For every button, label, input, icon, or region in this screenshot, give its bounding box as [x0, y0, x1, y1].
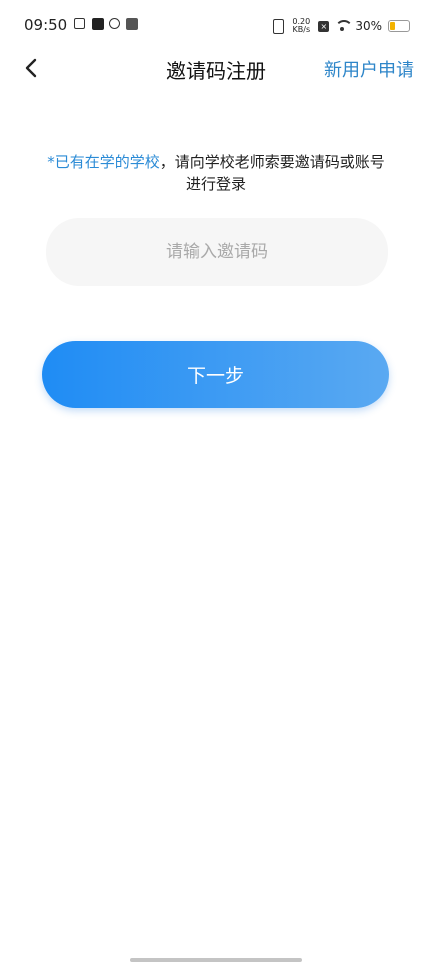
status-right-icons: 0.20 KB/s × 30% — [273, 16, 410, 36]
battery-icon — [388, 20, 410, 32]
status-bar: 09:50 0.20 KB/s × 30% — [0, 0, 432, 52]
invite-code-input[interactable] — [46, 218, 388, 286]
home-indicator — [130, 958, 302, 962]
battery-fill — [390, 22, 395, 30]
wifi-icon — [335, 20, 354, 32]
notice-text: *已有在学的学校，请向学校老师索要邀请码或账号进行登录 — [40, 151, 392, 195]
network-speed-unit: KB/s — [292, 25, 311, 34]
next-step-button[interactable]: 下一步 — [42, 341, 389, 408]
app-notification-icon — [109, 18, 120, 29]
app-notification-icon-2 — [126, 18, 138, 30]
notice-body: ，请向学校老师索要邀请码或账号进行登录 — [159, 153, 385, 193]
status-time: 09:50 — [24, 16, 68, 34]
notice-highlight: *已有在学的学校 — [47, 153, 160, 171]
header: 邀请码注册 新用户申请 — [0, 46, 432, 90]
new-user-apply-link[interactable]: 新用户申请 — [324, 56, 414, 82]
no-sim-icon: × — [318, 20, 330, 32]
network-speed: 0.20 KB/s — [290, 18, 312, 34]
tiktok-icon — [92, 18, 104, 30]
vibrate-icon — [273, 18, 285, 34]
notification-icon — [74, 18, 85, 29]
battery-percent: 30% — [355, 19, 382, 33]
